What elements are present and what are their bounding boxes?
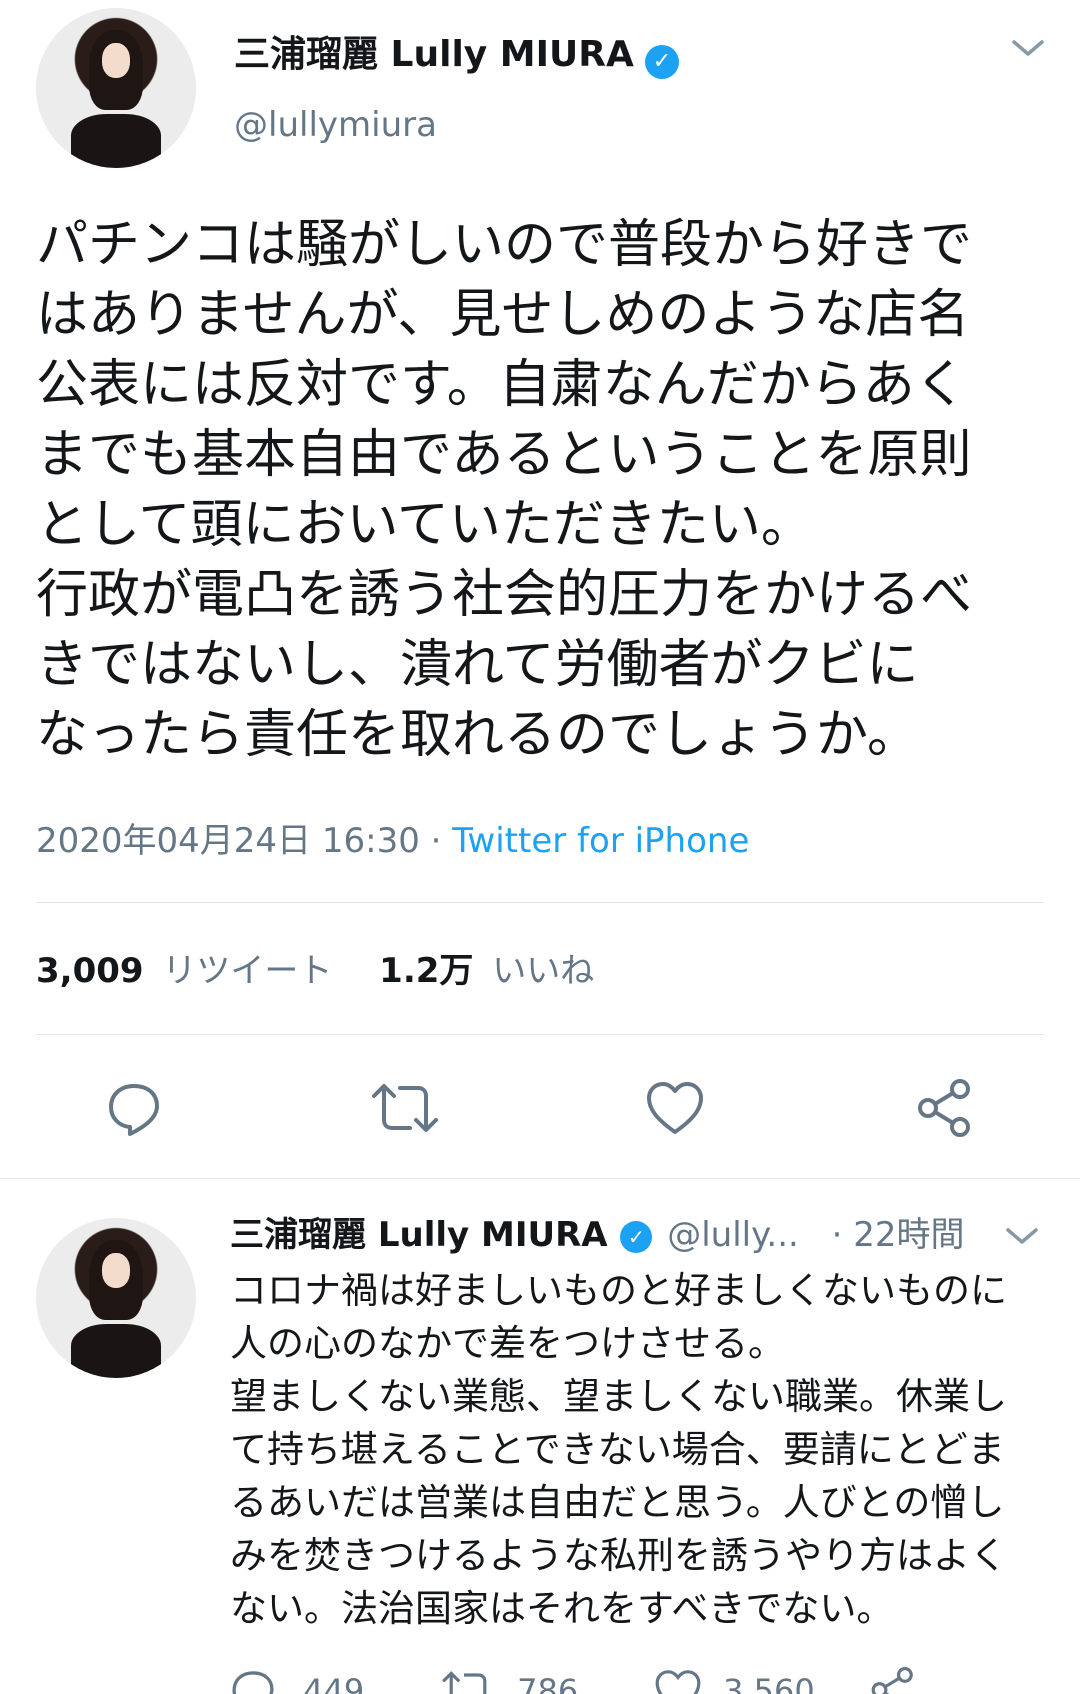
reply-actions: 449 786 3,560 (230, 1662, 1070, 1694)
verified-icon: ✓ (620, 1220, 653, 1253)
share-button[interactable] (916, 1078, 974, 1138)
share-icon (871, 1667, 913, 1694)
main-source-link[interactable]: Twitter for iPhone (452, 821, 749, 861)
reply-icon (232, 1671, 274, 1694)
main-stats: 3,009 リツイート 1.2万 いいね (36, 948, 594, 994)
reply-like-button[interactable]: 3,560 (654, 1668, 815, 1694)
like-icon (647, 1082, 703, 1134)
main-tweet-line: 行政が電凸を誘う社会的圧力をかけるべ (36, 565, 973, 625)
like-icon (655, 1670, 701, 1694)
reply-header[interactable]: 三浦瑠麗 Lully MIURA ✓ @lully... · 22時間 (230, 1210, 965, 1260)
reply-tweet-line: 望ましくない業態、望ましくない職業。休業し (230, 1375, 1007, 1418)
divider (36, 1034, 1044, 1035)
share-icon (918, 1079, 970, 1137)
reply-tweet-text: コロナ禍は好ましいものと好ましくないものに 人の心のなかで差をつけさせる。 望ま… (230, 1264, 1060, 1635)
like-count: 1.2万 (379, 951, 474, 991)
chevron-down-icon[interactable] (1004, 1224, 1040, 1248)
main-tweet-text: パチンコは騒がしいので普段から好きで はありませんが、見せしめのような店名 公表… (36, 210, 1056, 770)
divider (36, 902, 1044, 903)
reply-tweet-line: 人の心のなかで差をつけさせる。 (230, 1322, 785, 1365)
main-tweet-line: までも基本自由であるということを原則 (36, 425, 972, 485)
reply-handle[interactable]: @lully... (667, 1215, 799, 1255)
main-tweet-line: として頭においていただきたい。 (36, 495, 813, 555)
reply-time[interactable]: · 22時間 (832, 1215, 965, 1255)
reply-tweet-line: るあいだは営業は自由だと思う。人びとの憎し (230, 1481, 1005, 1524)
main-handle[interactable]: @lullymiura (234, 102, 437, 148)
reply-like-count: 3,560 (723, 1672, 815, 1694)
reply-display-name[interactable]: 三浦瑠麗 Lully MIURA (230, 1215, 608, 1255)
reply-retweet-button[interactable]: 786 (440, 1668, 578, 1694)
reply-avatar[interactable] (36, 1218, 196, 1378)
verified-icon: ✓ (644, 44, 679, 79)
main-avatar[interactable] (36, 8, 196, 168)
reply-tweet-line: て持ち堪えることできない場合、要請にとどま (230, 1428, 1005, 1471)
main-timestamp[interactable]: 2020年04月24日 16:30 · (36, 821, 452, 861)
reply-reply-button[interactable]: 449 (230, 1668, 364, 1694)
section-divider (0, 1178, 1080, 1179)
reply-tweet-line: ない。法治国家はそれをすべきでない。 (230, 1587, 894, 1630)
reply-retweet-count: 786 (517, 1672, 579, 1694)
reply-tweet-line: みを焚きつけるような私刑を誘うやり方はよく (230, 1534, 1007, 1577)
main-tweet-line: はありませんが、見せしめのような店名 (36, 285, 970, 345)
main-author[interactable]: 三浦瑠麗 Lully MIURA ✓ (234, 30, 679, 80)
chevron-down-icon[interactable] (1010, 36, 1046, 60)
main-display-name[interactable]: 三浦瑠麗 Lully MIURA (234, 34, 634, 75)
retweet-icon (372, 1084, 438, 1132)
retweet-count: 3,009 (36, 951, 144, 991)
retweet-stat[interactable]: 3,009 リツイート (36, 951, 343, 991)
retweet-label: リツイート (162, 951, 333, 991)
main-tweet-line: 公表には反対です。自粛なんだからあく (36, 355, 967, 415)
reply-icon (109, 1084, 159, 1136)
reply-tweet-line: コロナ禍は好ましいものと好ましくないものに (230, 1269, 1007, 1312)
reply-share-button[interactable] (870, 1666, 916, 1694)
reply-reply-count: 449 (303, 1672, 365, 1694)
reply-button[interactable] (106, 1080, 162, 1136)
retweet-button[interactable] (370, 1080, 440, 1136)
retweet-icon (442, 1671, 487, 1694)
like-button[interactable] (645, 1080, 705, 1136)
like-label: いいね (492, 951, 595, 991)
main-tweet-line: パチンコは騒がしいので普段から好きで (36, 215, 973, 275)
main-tweet-meta: 2020年04月24日 16:30 · Twitter for iPhone (36, 818, 749, 864)
main-tweet-line: なったら責任を取れるのでしょうか。 (36, 705, 919, 765)
like-stat[interactable]: 1.2万 いいね (379, 951, 594, 991)
main-tweet-line: きではないし、潰れて労働者がクビに (36, 635, 919, 695)
